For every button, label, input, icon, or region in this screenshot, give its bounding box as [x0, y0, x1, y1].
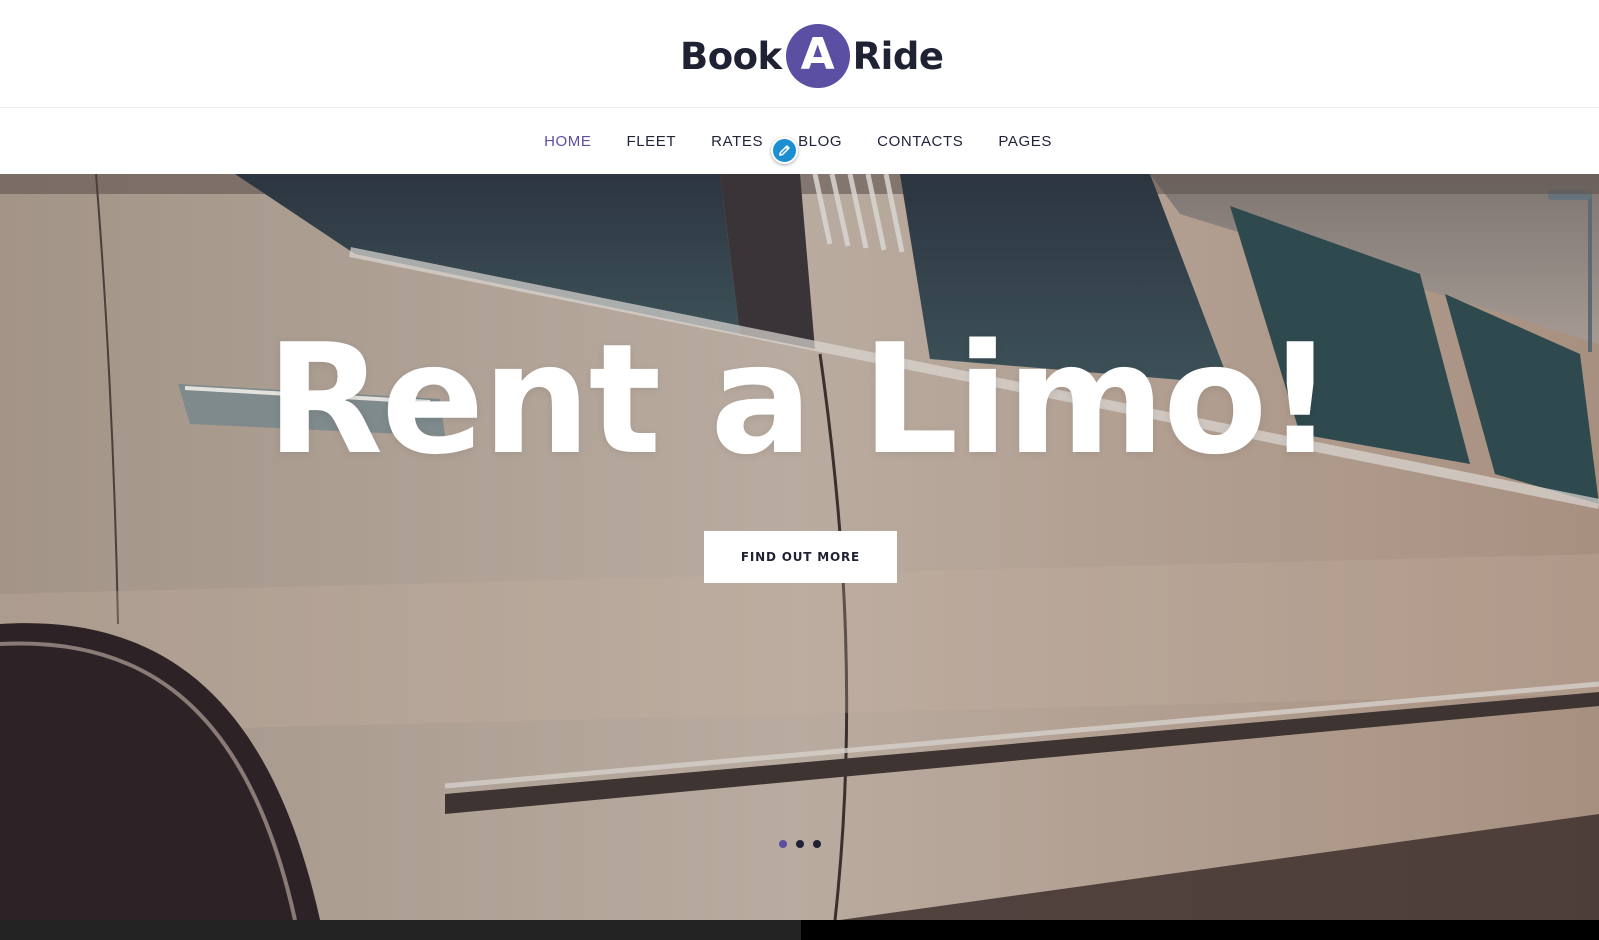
logo-word-ride: Ride: [852, 34, 944, 78]
nav-item-contacts[interactable]: CONTACTS: [877, 133, 963, 150]
find-out-more-button[interactable]: FIND OUT MORE: [704, 531, 897, 583]
brand-logo[interactable]: Book A Ride: [680, 24, 944, 88]
slider-dot-3[interactable]: [813, 840, 821, 848]
nav-item-rates[interactable]: RATES: [711, 133, 763, 150]
footer-strip-right: [801, 920, 1599, 940]
nav-item-fleet[interactable]: FLEET: [626, 133, 676, 150]
slider-dot-1[interactable]: [779, 840, 787, 848]
edit-button[interactable]: [771, 137, 798, 164]
logo-word-book: Book: [680, 34, 782, 78]
nav-list: HOME FLEET RATES BLOG CONTACTS PAGES: [0, 108, 1599, 174]
main-navigation: HOME FLEET RATES BLOG CONTACTS PAGES: [0, 108, 1599, 174]
slider-pagination: [779, 840, 821, 848]
logo-letter: A: [800, 29, 835, 80]
site-header: Book A Ride: [0, 0, 1599, 108]
pencil-icon: [779, 145, 790, 156]
hero-slider: Rent a Limo! FIND OUT MORE: [0, 174, 1599, 920]
nav-item-blog[interactable]: BLOG: [798, 133, 842, 150]
hero-title: Rent a Limo!: [266, 311, 1335, 488]
nav-item-pages[interactable]: PAGES: [998, 133, 1052, 150]
footer-strip-left: [0, 920, 801, 940]
slider-dot-2[interactable]: [796, 840, 804, 848]
logo-circle-icon: A: [785, 24, 850, 88]
nav-item-home[interactable]: HOME: [544, 133, 591, 150]
